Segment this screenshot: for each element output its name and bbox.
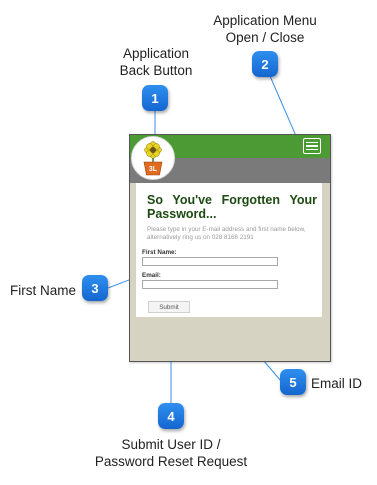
callout-4-line1: Submit User ID /	[121, 437, 221, 452]
page-title: So You've Forgotten Your Password...	[147, 193, 317, 221]
menu-button[interactable]	[303, 138, 321, 154]
callout-4-line2: Password Reset Request	[94, 454, 248, 469]
callout-2-line1: Application Menu	[213, 13, 317, 28]
callout-4-text: Submit User ID / Password Reset Request	[91, 436, 251, 470]
callout-1-line2: Back Button	[119, 63, 193, 78]
email-label: Email:	[142, 272, 161, 279]
callout-1-line1: Application	[122, 46, 190, 61]
callout-2-text: Application Menu Open / Close	[203, 12, 327, 46]
first-name-input[interactable]	[142, 257, 278, 266]
flower-pot-logo-icon: 3L	[143, 141, 163, 176]
callout-2-badge: 2	[252, 51, 278, 77]
connector-2	[269, 75, 297, 137]
callout-2-line2: Open / Close	[225, 30, 305, 45]
callout-3-text: First Name	[10, 283, 77, 298]
callout-3-badge: 3	[82, 275, 108, 301]
submit-button[interactable]: Submit	[148, 301, 190, 313]
callout-4-badge: 4	[158, 403, 184, 429]
first-name-label: First Name:	[142, 249, 177, 256]
back-button-logo[interactable]: 3L	[131, 136, 175, 180]
instructions-text: Please type in your E-mail address and f…	[147, 226, 306, 241]
hamburger-icon	[306, 141, 318, 144]
forgot-password-panel: So You've Forgotten Your Password... Ple…	[136, 183, 322, 317]
callout-5-text: Email ID	[311, 376, 363, 391]
callout-1-badge: 1	[142, 85, 168, 111]
callout-1-text: Application Back Button	[106, 45, 206, 79]
logo-text: 3L	[149, 166, 158, 173]
callout-5-badge: 5	[280, 369, 306, 395]
phone-screenshot: 3L So You've Forgotten Your Password... …	[129, 134, 331, 362]
email-input[interactable]	[142, 280, 278, 289]
